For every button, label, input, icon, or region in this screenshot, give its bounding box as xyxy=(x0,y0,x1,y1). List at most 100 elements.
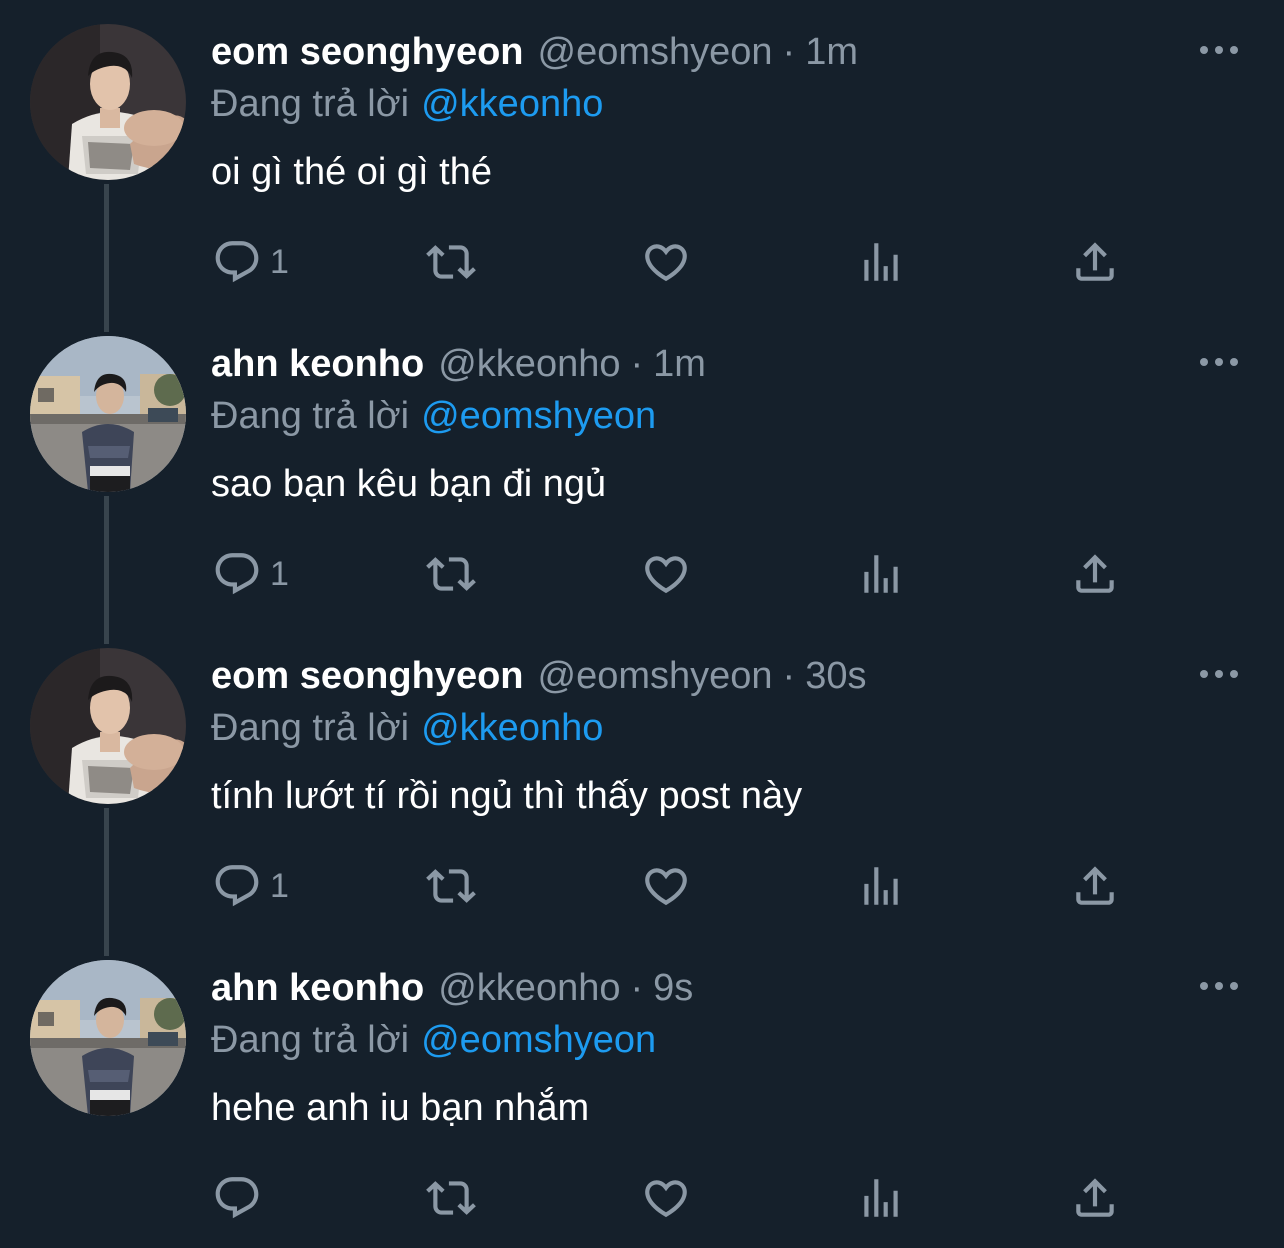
mention-link[interactable]: @eomshyeon xyxy=(421,395,656,437)
reply-button[interactable]: 1 xyxy=(212,544,289,604)
stats-button[interactable] xyxy=(856,544,906,604)
share-button[interactable] xyxy=(1070,232,1120,292)
reply-count: 1 xyxy=(270,866,289,905)
more-icon[interactable] xyxy=(1200,40,1238,60)
reply-button[interactable]: 1 xyxy=(212,232,289,292)
replying-to: Đang trả lời @eomshyeon xyxy=(211,1014,656,1066)
reply-count: 1 xyxy=(270,554,289,593)
tweet-time[interactable]: 9s xyxy=(653,962,693,1014)
replying-to: Đang trả lời @kkeonho xyxy=(211,78,603,130)
stats-button[interactable] xyxy=(856,1168,906,1228)
like-button[interactable] xyxy=(641,232,691,292)
tweet-text: tính lướt tí rồi ngủ thì thấy post này xyxy=(211,775,803,817)
like-button[interactable] xyxy=(641,1168,691,1228)
tweet[interactable]: ahn keonho @kkeonho · 1m Đang trả lời @eo… xyxy=(0,312,1284,624)
share-button[interactable] xyxy=(1070,544,1120,604)
retweet-icon xyxy=(426,549,476,599)
share-icon xyxy=(1070,861,1120,911)
replying-to: Đang trả lời @eomshyeon xyxy=(211,390,656,442)
avatar[interactable] xyxy=(30,960,186,1116)
retweet-icon xyxy=(426,1173,476,1223)
heart-icon xyxy=(641,1173,691,1223)
tweet-text: hehe anh iu bạn nhắm xyxy=(211,1087,590,1129)
more-icon[interactable] xyxy=(1200,976,1238,996)
separator-dot: · xyxy=(782,31,796,73)
mention-link[interactable]: @eomshyeon xyxy=(421,1019,656,1061)
author-handle[interactable]: @eomshyeon xyxy=(538,650,773,702)
tweet-text: oi gì thé oi gì thé xyxy=(211,151,492,193)
tweet-time[interactable]: 1m xyxy=(653,338,706,390)
share-icon xyxy=(1070,237,1120,287)
avatar[interactable] xyxy=(30,336,186,492)
retweet-button[interactable] xyxy=(426,856,476,916)
reply-button[interactable] xyxy=(212,1168,270,1228)
tweet-actions xyxy=(0,1168,1284,1228)
reply-icon xyxy=(212,549,262,599)
replying-to-label: Đang trả lời xyxy=(211,83,410,125)
tweet-actions: 1 xyxy=(0,856,1284,916)
author-name[interactable]: ahn keonho xyxy=(211,962,424,1014)
retweet-button[interactable] xyxy=(426,1168,476,1228)
retweet-icon xyxy=(426,861,476,911)
separator-dot: · xyxy=(630,967,644,1009)
more-icon[interactable] xyxy=(1200,352,1238,372)
tweet-header: eom seonghyeon @eomshyeon · 30s xyxy=(211,650,866,702)
tweet[interactable]: eom seonghyeon @eomshyeon · 30s Đang trả… xyxy=(0,624,1284,936)
avatar[interactable] xyxy=(30,24,186,180)
tweet-actions: 1 xyxy=(0,544,1284,604)
reply-icon xyxy=(212,237,262,287)
tweet-header: ahn keonho @kkeonho · 1m xyxy=(211,338,706,390)
like-button[interactable] xyxy=(641,544,691,604)
author-handle[interactable]: @eomshyeon xyxy=(538,26,773,78)
tweet-actions: 1 xyxy=(0,232,1284,292)
author-handle[interactable]: @kkeonho xyxy=(438,338,620,390)
stats-button[interactable] xyxy=(856,856,906,916)
heart-icon xyxy=(641,237,691,287)
share-icon xyxy=(1070,1173,1120,1223)
replying-to-label: Đang trả lời xyxy=(211,1019,410,1061)
mention-link[interactable]: @kkeonho xyxy=(421,83,603,125)
tweet-header: ahn keonho @kkeonho · 9s xyxy=(211,962,693,1014)
tweet-text: sao bạn kêu bạn đi ngủ xyxy=(211,463,607,505)
tweet-time[interactable]: 1m xyxy=(805,26,858,78)
reply-icon xyxy=(212,1173,262,1223)
share-button[interactable] xyxy=(1070,856,1120,916)
mention-link[interactable]: @kkeonho xyxy=(421,707,603,749)
like-button[interactable] xyxy=(641,856,691,916)
stats-icon xyxy=(856,861,906,911)
replying-to-label: Đang trả lời xyxy=(211,395,410,437)
heart-icon xyxy=(641,549,691,599)
author-handle[interactable]: @kkeonho xyxy=(438,962,620,1014)
heart-icon xyxy=(641,861,691,911)
retweet-button[interactable] xyxy=(426,544,476,604)
avatar[interactable] xyxy=(30,648,186,804)
avatar-eomshyeon-image xyxy=(30,648,186,804)
tweet[interactable]: ahn keonho @kkeonho · 9s Đang trả lời @eo… xyxy=(0,936,1284,1248)
more-icon[interactable] xyxy=(1200,664,1238,684)
tweet-header: eom seonghyeon @eomshyeon · 1m xyxy=(211,26,858,78)
author-name[interactable]: eom seonghyeon xyxy=(211,26,524,78)
stats-icon xyxy=(856,1173,906,1223)
reply-button[interactable]: 1 xyxy=(212,856,289,916)
retweet-icon xyxy=(426,237,476,287)
reply-count: 1 xyxy=(270,242,289,281)
reply-icon xyxy=(212,861,262,911)
separator-dot: · xyxy=(630,343,644,385)
tweet-time[interactable]: 30s xyxy=(805,650,866,702)
replying-to-label: Đang trả lời xyxy=(211,707,410,749)
tweet[interactable]: eom seonghyeon @eomshyeon · 1m Đang trả … xyxy=(0,0,1284,312)
avatar-kkeonho-image xyxy=(30,960,186,1116)
avatar-kkeonho-image xyxy=(30,336,186,492)
replying-to: Đang trả lời @kkeonho xyxy=(211,702,603,754)
author-name[interactable]: ahn keonho xyxy=(211,338,424,390)
share-icon xyxy=(1070,549,1120,599)
share-button[interactable] xyxy=(1070,1168,1120,1228)
stats-icon xyxy=(856,549,906,599)
retweet-button[interactable] xyxy=(426,232,476,292)
conversation-thread: eom seonghyeon @eomshyeon · 1m Đang trả … xyxy=(0,0,1284,1229)
stats-icon xyxy=(856,237,906,287)
author-name[interactable]: eom seonghyeon xyxy=(211,650,524,702)
avatar-eomshyeon-image xyxy=(30,24,186,180)
separator-dot: · xyxy=(782,655,796,697)
stats-button[interactable] xyxy=(856,232,906,292)
